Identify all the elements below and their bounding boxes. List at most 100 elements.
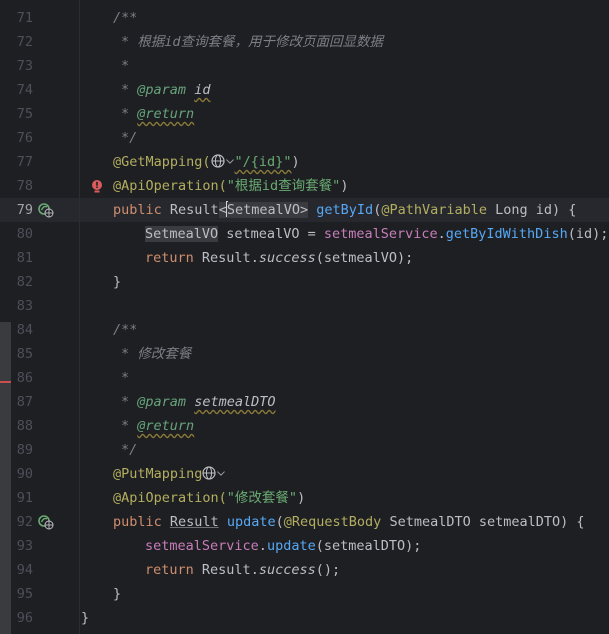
type-name: Result: [169, 514, 219, 530]
line-number: 81: [16, 250, 33, 266]
javadoc-tag: @return: [137, 106, 195, 122]
line-number: 95: [16, 586, 33, 602]
paren: ): [340, 178, 349, 194]
line-number: 91: [16, 490, 33, 506]
code-line[interactable]: 90 @PutMapping: [0, 462, 609, 486]
line-number: 82: [16, 274, 33, 290]
field-ref: setmealService: [145, 538, 259, 554]
code-line[interactable]: 95 }: [0, 582, 609, 606]
args: (setmealVO);: [315, 250, 414, 266]
line-number: 89: [16, 442, 33, 458]
globe-endpoint-icon[interactable]: [210, 154, 225, 168]
code-line[interactable]: 71 /**: [0, 6, 609, 30]
line-number: 90: [16, 466, 33, 482]
code-line[interactable]: 78 @ApiOperation("根据id查询套餐"): [0, 174, 609, 198]
annotation: @ApiOperation(: [113, 490, 227, 506]
code-line[interactable]: 75 * @return: [0, 102, 609, 126]
keyword: public: [113, 514, 162, 530]
javadoc-star: *: [121, 106, 138, 122]
dot: .: [437, 226, 446, 242]
line-number: 79: [16, 202, 33, 218]
code-line[interactable]: 86 *: [0, 366, 609, 390]
javadoc-text: *: [121, 58, 130, 74]
javadoc-close: */: [121, 442, 138, 458]
javadoc-open: /**: [113, 10, 138, 26]
line-number: 76: [16, 130, 33, 146]
javadoc-close: */: [121, 130, 138, 146]
spring-web-endpoint-icon[interactable]: [38, 202, 54, 218]
code-line[interactable]: 82 }: [0, 270, 609, 294]
code-line[interactable]: 96 }: [0, 606, 609, 630]
annotation: @PutMapping: [113, 466, 203, 482]
method-name: getById: [316, 202, 374, 218]
annotation: @RequestBody: [283, 514, 382, 530]
type-name: SetmealVO: [226, 202, 300, 218]
line-number: 78: [16, 178, 33, 194]
line-number: 72: [16, 34, 33, 50]
javadoc-open: /**: [113, 322, 138, 338]
code-line[interactable]: 85 * 修改套餐: [0, 342, 609, 366]
chevron-down-icon[interactable]: [216, 466, 226, 480]
spring-web-endpoint-icon[interactable]: [38, 514, 54, 530]
keyword: return: [145, 562, 194, 578]
code-line-current[interactable]: 79 public Result<SetmealVO> getById(@Pat…: [0, 198, 609, 222]
code-line[interactable]: 94 return Result.success();: [0, 558, 609, 582]
code-line[interactable]: 91 @ApiOperation("修改套餐"): [0, 486, 609, 510]
code-line[interactable]: 92 public Result update(@RequestBody Set…: [0, 510, 609, 534]
code-line[interactable]: 73 *: [0, 54, 609, 78]
keyword: return: [145, 250, 194, 266]
method-call: update: [266, 538, 316, 554]
code-line[interactable]: 84 /**: [0, 318, 609, 342]
javadoc-text: * 根据id查询套餐，用于修改页面回显数据: [121, 34, 384, 50]
class-ref: Result.: [201, 562, 259, 578]
javadoc-space: [186, 394, 194, 410]
string-literal: "修改套餐": [226, 490, 298, 506]
line-number: 86: [16, 370, 33, 386]
code-line[interactable]: 88 * @return: [0, 414, 609, 438]
code-line[interactable]: 81 return Result.success(setmealVO);: [0, 246, 609, 270]
string-literal: "/{id}": [234, 154, 292, 170]
line-number: 73: [16, 58, 33, 74]
javadoc-star: *: [121, 82, 138, 98]
line-number: 75: [16, 106, 33, 122]
javadoc-text: *: [121, 370, 130, 386]
line-number: 71: [16, 10, 33, 26]
code-line[interactable]: 80 SetmealVO setmealVO = setmealService.…: [0, 222, 609, 246]
params: Long id) {: [495, 202, 577, 218]
args: (setmealDTO);: [315, 538, 422, 554]
type-name: SetmealVO: [145, 226, 219, 242]
code-line[interactable]: 89 */: [0, 438, 609, 462]
code-line[interactable]: 83: [0, 294, 609, 318]
code-line[interactable]: 93 setmealService.update(setmealDTO);: [0, 534, 609, 558]
code-line[interactable]: 72 * 根据id查询套餐，用于修改页面回显数据: [0, 30, 609, 54]
code-line[interactable]: 76 */: [0, 126, 609, 150]
brace: }: [113, 274, 122, 290]
params: SetmealDTO setmealDTO) {: [389, 514, 585, 530]
line-number: 94: [16, 562, 33, 578]
string-literal: "根据id查询套餐": [226, 178, 341, 194]
line-number: 84: [16, 322, 33, 338]
globe-endpoint-icon[interactable]: [202, 466, 217, 480]
brace: }: [113, 586, 122, 602]
keyword: public: [113, 202, 162, 218]
args: ();: [315, 562, 341, 578]
code-editor[interactable]: 71 /** 72 * 根据id查询套餐，用于修改页面回显数据 73 * 74 …: [0, 0, 609, 634]
code-line[interactable]: 74 * @param id: [0, 78, 609, 102]
dot: .: [258, 538, 267, 554]
line-number: 93: [16, 538, 33, 554]
code-line[interactable]: 77 @GetMapping("/{id}"): [0, 150, 609, 174]
line-number: 87: [16, 394, 33, 410]
annotation: @ApiOperation(: [113, 178, 227, 194]
code-line[interactable]: 87 * @param setmealDTO: [0, 390, 609, 414]
javadoc-star: *: [121, 418, 138, 434]
brace: }: [81, 610, 90, 626]
line-number: 92: [16, 514, 33, 530]
javadoc-param-name: id: [194, 82, 211, 98]
line-number: 83: [16, 298, 33, 314]
line-number: 80: [16, 226, 33, 242]
field-ref: setmealService: [323, 226, 438, 242]
chevron-down-icon[interactable]: [225, 154, 235, 168]
class-ref: Result.: [201, 250, 259, 266]
javadoc-tag: @return: [137, 418, 195, 434]
method-call: getByIdWithDish: [445, 226, 568, 242]
